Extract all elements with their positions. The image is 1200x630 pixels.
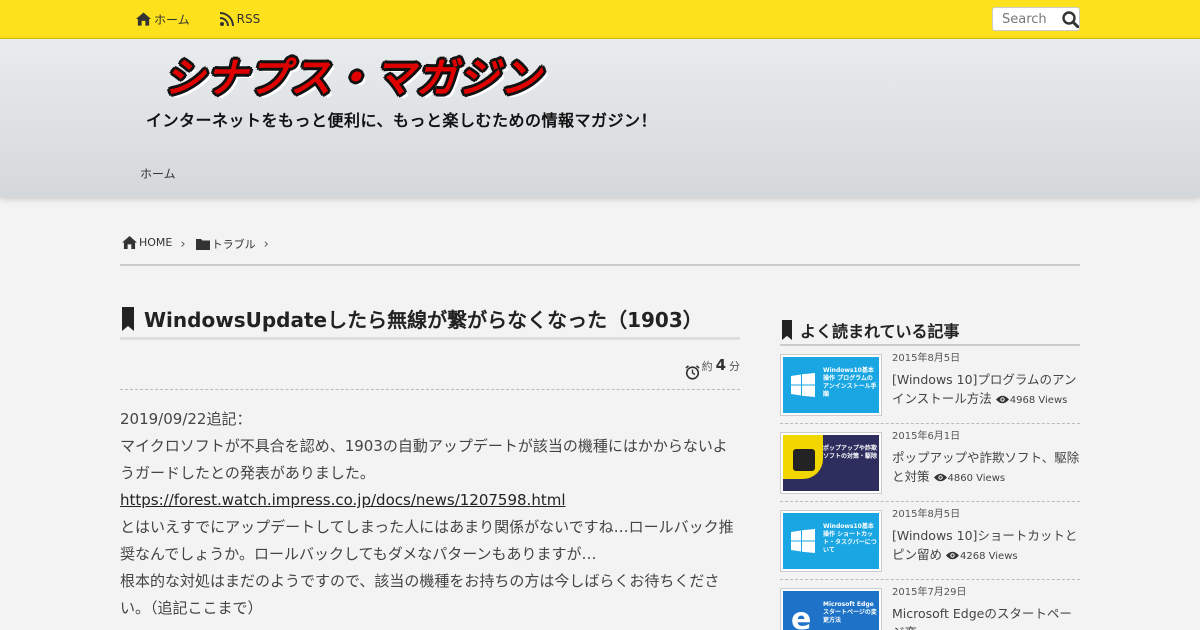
bookmark-icon [122, 306, 134, 331]
main-nav-home[interactable]: ホーム [140, 165, 176, 182]
popular-item: Windows10基本操作 プログラムのアンインストール手順 2015年8月5日… [780, 346, 1080, 424]
article-link[interactable]: https://forest.watch.impress.co.jp/docs/… [120, 491, 565, 509]
popular-item: e Microsoft Edge スタートページの変更方法 2015年7月29日… [780, 580, 1080, 630]
popular-title[interactable]: [Windows 10]プログラムのアンインストール方法 4968 Views [892, 370, 1080, 410]
sidebar-title: よく読まれている記事 [780, 316, 1080, 346]
site-tagline: インターネットをもっと便利に、もっと楽しむための情報マガジン！ [146, 111, 658, 130]
eye-icon [946, 551, 960, 560]
breadcrumb-category-label: トラブル [211, 238, 256, 251]
top-bar: ホーム RSS [0, 0, 1200, 39]
article-title: WindowsUpdateしたら無線が繋がらなくなった（1903） [120, 300, 740, 340]
eye-icon [933, 473, 947, 482]
windows-logo-icon [791, 529, 815, 553]
view-count-text: 4860 Views [947, 473, 1006, 484]
popular-title[interactable]: [Windows 10]ショートカットとピン留め 4268 Views [892, 526, 1080, 566]
view-count-text: 4968 Views [1009, 395, 1068, 406]
popular-item: ポップアップや詐欺ソフトの対策・駆除 2015年6月1日 ポップアップや詐欺ソフ… [780, 424, 1080, 502]
search-box [992, 7, 1080, 31]
popular-date: 2015年6月1日 [892, 431, 961, 442]
top-nav-rss-label: RSS [236, 12, 261, 26]
article-paragraph: マイクロソフトが不具合を認め、1903の自動アップデートが該当の機種にはかからな… [120, 437, 728, 482]
search-icon[interactable] [1062, 10, 1079, 28]
article: WindowsUpdateしたら無線が繋がらなくなった（1903） 約 4 分 … [120, 300, 740, 622]
view-count: 4268 Views [946, 551, 1018, 562]
popular-date: 2015年7月29日 [892, 587, 967, 598]
breadcrumb-home[interactable]: HOME [122, 236, 172, 249]
chevron-right-icon: › [180, 237, 186, 252]
top-nav-rss[interactable]: RSS [219, 12, 261, 26]
svg-text:e: e [791, 603, 811, 630]
reading-time-unit: 分 [729, 360, 740, 373]
reading-time-prefix: 約 [701, 360, 713, 373]
top-nav-home-label: ホーム [154, 12, 190, 27]
rss-icon [219, 12, 234, 26]
bookmark-icon [782, 320, 792, 340]
thumbnail-text: Microsoft Edge スタートページの変更方法 [823, 601, 877, 624]
popular-date: 2015年8月5日 [892, 353, 961, 364]
view-count: 4968 Views [995, 395, 1068, 406]
eye-icon [995, 395, 1009, 404]
popular-title[interactable]: Microsoft Edgeのスタートページ変 [892, 604, 1080, 630]
thumbnail-text: ポップアップや詐欺ソフトの対策・駆除 [823, 445, 878, 460]
popular-thumbnail[interactable]: Windows10基本操作 ショートカット・タスクバーについて [780, 510, 882, 572]
top-nav-home[interactable]: ホーム [136, 11, 190, 28]
popular-date: 2015年8月5日 [892, 509, 961, 520]
popular-thumbnail[interactable]: Windows10基本操作 プログラムのアンインストール手順 [780, 354, 882, 416]
breadcrumb-home-label: HOME [139, 236, 173, 249]
article-body: 2019/09/22追記： マイクロソフトが不具合を認め、1903の自動アップデ… [120, 390, 740, 622]
thumbnail-text: Windows10基本操作 ショートカット・タスクバーについて [823, 523, 877, 554]
view-count-text: 4268 Views [960, 551, 1018, 562]
site-logo[interactable]: シナプス・マガジン [164, 49, 684, 107]
edge-logo-icon: e [791, 603, 811, 630]
reading-time-value: 4 [715, 356, 726, 374]
search-input[interactable] [1002, 11, 1060, 27]
alarm-clock-icon [685, 365, 700, 380]
reading-time: 約 4 分 [120, 340, 740, 390]
popular-thumbnail[interactable]: ポップアップや詐欺ソフトの対策・駆除 [780, 432, 882, 494]
thumbnail-text: Windows10基本操作 プログラムのアンインストール手順 [823, 367, 877, 398]
article-paragraph: とはいえすでにアップデートしてしまった人にはあまり関係がないですね…ロールバック… [120, 518, 734, 563]
site-header: シナプス・マガジン インターネットをもっと便利に、もっと楽しむための情報マガジン… [0, 39, 1200, 197]
windows-logo-icon [791, 373, 815, 397]
top-nav: ホーム RSS [136, 0, 290, 38]
popular-title-text: Microsoft Edgeのスタートページ変 [892, 606, 1072, 630]
article-paragraph: 2019/09/22追記： [120, 410, 252, 428]
home-icon [136, 12, 151, 26]
home-icon [122, 236, 137, 249]
sidebar-title-text: よく読まれている記事 [800, 322, 960, 341]
popular-item: Windows10基本操作 ショートカット・タスクバーについて 2015年8月5… [780, 502, 1080, 580]
view-count: 4860 Views [933, 473, 1006, 484]
popular-title[interactable]: ポップアップや詐欺ソフト、駆除と対策 4860 Views [892, 448, 1080, 488]
article-title-text: WindowsUpdateしたら無線が繋がらなくなった（1903） [144, 308, 703, 332]
breadcrumb-category[interactable]: トラブル [195, 236, 256, 252]
folder-icon [195, 239, 210, 250]
popular-thumbnail[interactable]: e Microsoft Edge スタートページの変更方法 [780, 588, 882, 630]
sidebar-popular: よく読まれている記事 Windows10基本操作 プログラムのアンインストール手… [780, 316, 1080, 630]
breadcrumb: HOME › トラブル › [120, 236, 1080, 266]
article-paragraph: 根本的な対処はまだのようですので、該当の機種をお持ちの方は今しばらくお待ちくださ… [120, 572, 720, 617]
chevron-right-icon: › [263, 237, 269, 252]
